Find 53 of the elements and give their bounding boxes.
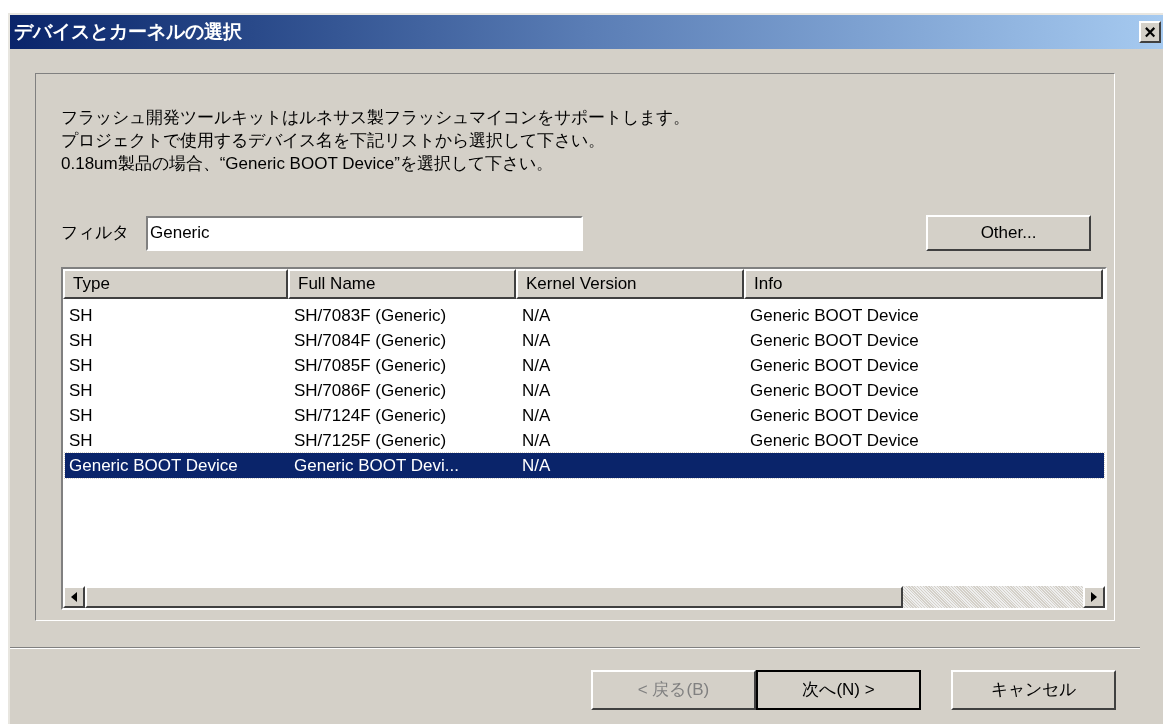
table-cell: N/A [522,330,551,350]
instruction-text: 0.18um製品の場合、“Generic BOOT Device”を選択して下さい。 [61,153,554,175]
table-cell: N/A [522,455,551,475]
table-cell: SH [69,430,93,450]
column-header[interactable]: Type [63,269,288,299]
wizard-button[interactable]: キャンセル [951,670,1116,710]
scrollbar-thumb[interactable] [85,586,903,608]
table-cell: SH [69,355,93,375]
column-header[interactable]: Info [744,269,1103,299]
list-row[interactable]: Generic BOOT Device Generic BOOT Devi... N/A [65,453,1104,478]
table-cell: Generic BOOT Devi... [294,455,459,475]
table-cell: SH/7085F (Generic) [294,355,447,375]
table-cell: Generic BOOT Device [750,355,919,375]
table-cell: SH/7083F (Generic) [294,305,447,325]
table-cell: SH/7124F (Generic) [294,405,447,425]
table-cell: SH [69,305,93,325]
table-cell: N/A [522,355,551,375]
instruction-text: プロジェクトで使用するデバイス名を下記リストから選択して下さい。 [61,130,606,152]
wizard-button[interactable]: 次へ(N) > [756,670,921,710]
column-header[interactable]: Kernel Version [516,269,744,299]
table-cell: SH [69,330,93,350]
table-cell: Generic BOOT Device [750,330,919,350]
right-arrow-icon [1091,592,1097,602]
filter-field[interactable]: Generic [146,215,583,251]
table-cell: Generic BOOT Device [750,430,919,450]
table-cell: SH [69,380,93,400]
list-row[interactable]: SH SH/7086F (Generic) N/A Generic BOOT Device [65,378,1104,403]
table-cell: SH/7086F (Generic) [294,380,447,400]
scroll-arrow-button[interactable] [1083,586,1105,608]
scroll-arrow-button[interactable] [63,586,85,608]
table-cell: SH/7084F (Generic) [294,330,447,350]
list-row[interactable]: SH SH/7083F (Generic) N/A Generic BOOT Device [65,303,1104,328]
column-header[interactable]: Full Name [288,269,516,299]
instruction-text: フラッシュ開発ツールキットはルネサス製フラッシュマイコンをサポートします。 [61,107,691,129]
table-cell: SH [69,405,93,425]
left-arrow-icon [71,592,77,602]
list-row[interactable]: SH SH/7124F (Generic) N/A Generic BOOT Device [65,403,1104,428]
table-cell: Generic BOOT Device [750,380,919,400]
table-cell: N/A [522,430,551,450]
filter-label: フィルタ [61,222,130,245]
window-title: デバイスとカーネルの選択 [14,19,242,44]
table-cell: Generic BOOT Device [750,405,919,425]
table-cell: N/A [522,380,551,400]
other-button[interactable]: Other... [926,215,1091,251]
list-row[interactable]: SH SH/7084F (Generic) N/A Generic BOOT Device [65,328,1104,353]
table-cell: Generic BOOT Device [750,305,919,325]
list-row[interactable]: SH SH/7125F (Generic) N/A Generic BOOT Device [65,428,1104,453]
close-button[interactable]: × [1139,21,1161,43]
list-row[interactable]: SH SH/7085F (Generic) N/A Generic BOOT Device [65,353,1104,378]
table-cell: N/A [522,405,551,425]
table-cell: Generic BOOT Device [69,455,238,475]
table-cell: N/A [522,305,551,325]
table-cell: SH/7125F (Generic) [294,430,447,450]
